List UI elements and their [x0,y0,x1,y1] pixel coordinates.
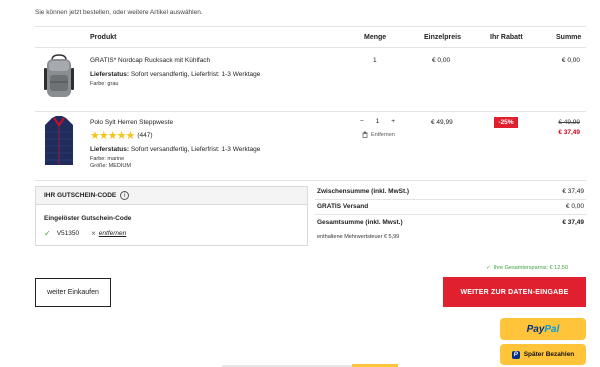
savings-note: ✓ Ihre Gesamtersparnis: € 12,50 [486,265,568,271]
coupon-header: IHR GUTSCHEIN-CODE i [36,187,307,205]
divider [315,214,586,215]
item-quantity: 1 [373,57,377,64]
item-name[interactable]: GRATIS* Nordcap Rucksack mit Kühlfach [90,57,210,64]
total-label: Gesamtsumme (inkl. Mwst.) [317,219,403,226]
vat-note: enthaltene Mehrwertsteuer € 5,99 [317,234,400,240]
check-icon: ✓ [486,265,491,271]
paypal-logo: PayPal [526,323,560,335]
coupon-code: V51350 [56,230,80,237]
item-color: Farbe: grau [90,81,119,87]
divider [35,180,586,181]
paypal-button[interactable]: PayPal [500,318,586,340]
rating[interactable]: ★★★★★ (447) [90,129,153,142]
item-status: Lieferstatus: Sofort versandfertig, Lief… [90,146,260,153]
status-value: Sofort versandfertig, Lieferfrist: 1-3 W… [130,146,261,153]
close-icon[interactable]: × [91,229,96,238]
divider [315,199,586,200]
total-value: € 37,49 [562,219,584,226]
decrease-button[interactable]: − [360,118,364,125]
header-product: Produkt [90,34,117,41]
redeemed-label: Eingelöster Gutschein-Code [44,215,132,222]
item-old-sum: € 49,99 [558,119,580,126]
paypal-later-label: Später Bezahlen [523,351,575,358]
header-discount: Ihr Rabatt [490,34,523,41]
status-label: Lieferstatus: [90,146,130,153]
coupon-title: IHR GUTSCHEIN-CODE [44,192,117,199]
subtotal-value: € 37,49 [562,188,584,195]
increase-button[interactable]: + [391,118,395,125]
paypal-icon: P [511,350,520,359]
divider [35,111,586,112]
savings-text: Ihre Gesamtersparnis: € 12,50 [493,265,568,271]
subtotal-label: Zwischensumme (inkl. MwSt.) [317,188,410,195]
trash-icon [362,131,368,138]
quantity-value[interactable]: 1 [376,118,380,125]
quantity-stepper[interactable]: − 1 + [360,118,395,125]
star-rating-icon: ★★★★★ [90,130,135,142]
remove-item-link[interactable]: Entfernen [362,131,395,138]
remove-coupon-link[interactable]: entfernen [99,230,126,237]
item-unit-price: € 0,00 [432,57,451,64]
checkout-button[interactable]: WEITER ZUR DATEN-EINGABE [443,277,586,307]
paypal-later-button[interactable]: P Später Bezahlen [500,344,586,365]
item-unit-price: € 49,99 [431,119,453,126]
discount-badge: -25% [494,117,518,128]
item-sum: € 0,00 [561,57,580,64]
divider [35,47,586,48]
header-quantity: Menge [364,34,387,41]
vest-image[interactable] [40,115,78,167]
coupon-box: IHR GUTSCHEIN-CODE i Eingelöster Gutsche… [35,186,308,246]
item-color: Farbe: marine [90,156,125,162]
remove-label: Entfernen [371,131,395,138]
header-unit-price: Einzelpreis [424,34,461,41]
status-label: Lieferstatus: [90,71,130,78]
item-name[interactable]: Polo Sylt Herren Steppweste [90,119,173,126]
status-value: Sofort versandfertig, Lieferfrist: 1-3 W… [130,71,261,78]
header-sum: Summe [556,34,582,41]
check-icon: ✓ [44,229,51,238]
shipping-label: GRATIS Versand [317,203,369,210]
item-sum: € 37,49 [558,129,580,136]
item-status: Lieferstatus: Sofort versandfertig, Lief… [90,71,260,78]
backpack-image[interactable] [40,54,78,100]
item-size: Größe: MEDIUM [90,163,131,169]
info-icon[interactable]: i [120,191,130,200]
divider [35,26,586,27]
continue-shopping-button[interactable]: weiter Einkaufen [35,278,111,307]
shipping-value: € 0,00 [565,203,584,210]
coupon-entry: ✓ V51350 × entfernen [44,229,126,238]
intro-text: Sie können jetzt bestellen, oder weitere… [35,9,203,16]
rating-count: (447) [137,132,153,139]
